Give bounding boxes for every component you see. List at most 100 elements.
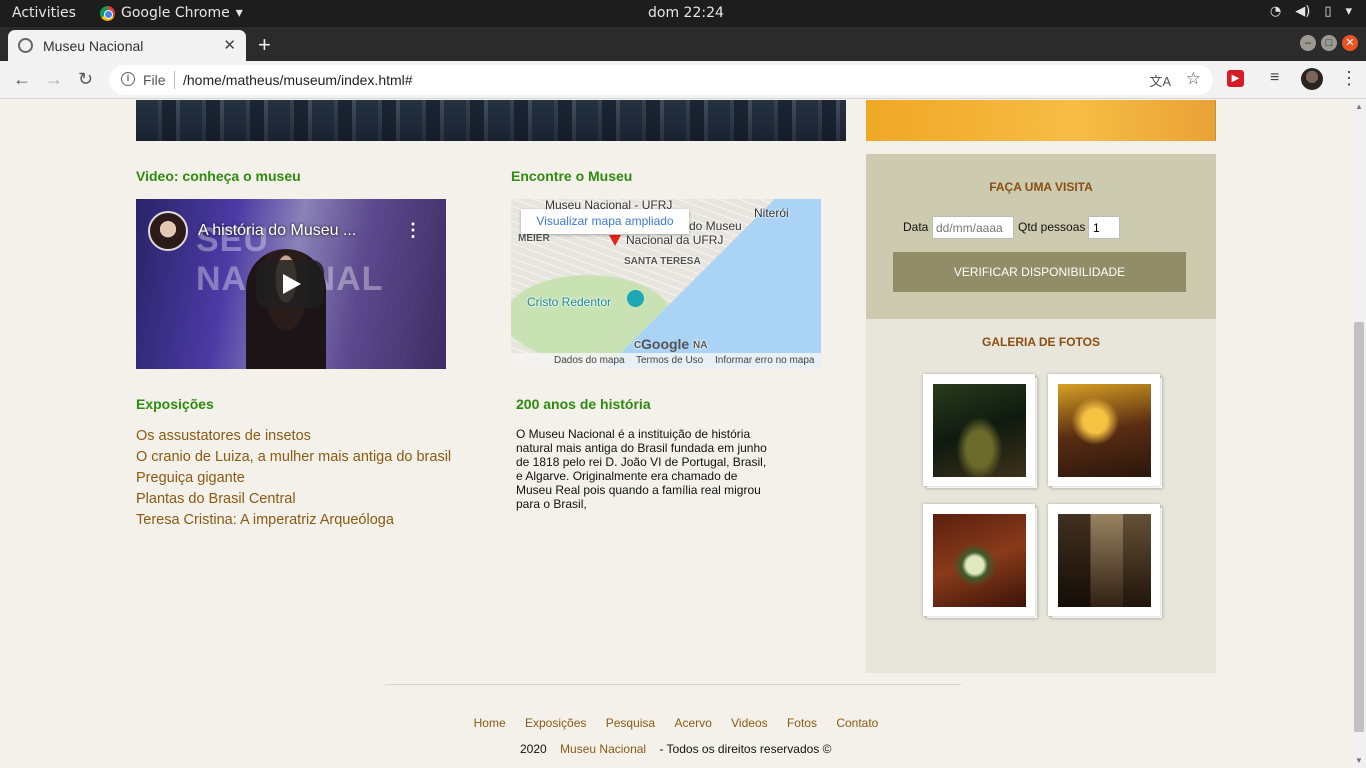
date-field[interactable]	[932, 216, 1014, 239]
chevron-down-icon: ▾	[1345, 4, 1352, 19]
map-water	[741, 219, 821, 369]
photo-image	[933, 384, 1026, 477]
footer-link-fotos[interactable]: Fotos	[787, 716, 817, 730]
play-button[interactable]	[256, 260, 324, 308]
footer-divider	[385, 684, 961, 685]
video-section-title: Video: conheça o museu	[136, 168, 301, 184]
camera-poi-icon[interactable]	[627, 290, 644, 307]
footer-link-exposicoes[interactable]: Exposições	[525, 716, 586, 730]
gallery-photo[interactable]	[1048, 504, 1160, 616]
forward-button[interactable]: →	[45, 69, 63, 90]
gallery-photo[interactable]	[1048, 374, 1160, 486]
url-text[interactable]: /home/matheus/museum/index.html#	[183, 72, 413, 88]
photo-image	[933, 514, 1026, 607]
close-window-button[interactable]: ✕	[1342, 35, 1358, 51]
hero-side-image	[866, 100, 1216, 141]
quantity-field[interactable]	[1088, 216, 1120, 239]
map-data-link[interactable]: Dados do mapa	[554, 355, 625, 366]
avatar[interactable]	[1301, 68, 1323, 90]
chevron-down-icon: ▾	[235, 5, 243, 21]
visit-title: FAÇA UMA VISITA	[989, 180, 1093, 194]
vertical-scrollbar[interactable]: ▲ ▼	[1352, 100, 1366, 768]
footer-link-videos[interactable]: Videos	[731, 716, 767, 730]
bookmark-star-icon[interactable]: ☆	[1186, 69, 1201, 89]
verify-availability-button[interactable]: VERIFICAR DISPONIBILIDADE	[893, 252, 1186, 292]
terms-link[interactable]: Termos de Uso	[636, 355, 703, 366]
page-viewport: Video: conheça o museu SEU NACIONAL A hi…	[0, 100, 1352, 768]
gallery-photo[interactable]	[923, 374, 1035, 486]
map-label: SANTA TERESA	[624, 256, 701, 267]
activities-button[interactable]: Activities	[12, 5, 76, 21]
scroll-up-icon[interactable]: ▲	[1355, 102, 1363, 111]
gallery-title: GALERIA DE FOTOS	[981, 335, 1100, 349]
reload-button[interactable]: ↻	[78, 69, 93, 90]
more-options-icon[interactable]: ⋮	[404, 220, 422, 241]
system-tray[interactable]: ◔ ◀) ▯ ▾	[1270, 4, 1352, 19]
exposition-link[interactable]: Plantas do Brasil Central	[136, 489, 451, 510]
embedded-map[interactable]: Museu Nacional - UFRJ do Museu Nacional …	[511, 199, 821, 369]
exposition-link[interactable]: Preguiça gigante	[136, 468, 451, 489]
gallery-panel: GALERIA DE FOTOS	[866, 319, 1216, 673]
close-icon[interactable]: ✕	[223, 36, 236, 54]
back-button[interactable]: ←	[13, 69, 31, 90]
brand-link[interactable]: Museu Nacional	[560, 742, 646, 756]
copyright: 2020 Museu Nacional - Todos os direitos …	[520, 742, 831, 756]
clock[interactable]: dom 22:24	[648, 5, 724, 21]
photo-image	[1058, 514, 1151, 607]
map-footer: Dados do mapa Termos de Uso Informar err…	[511, 353, 821, 369]
scroll-down-icon[interactable]: ▼	[1355, 756, 1363, 765]
qty-label: Qtd pessoas	[1018, 220, 1086, 234]
exposition-list: Os assustatores de insetos O cranio de L…	[136, 426, 451, 531]
map-pin-icon[interactable]	[609, 235, 621, 246]
info-icon[interactable]: i	[121, 72, 135, 86]
map-label: Niterói	[754, 206, 789, 220]
video-title[interactable]: A história do Museu ...	[198, 222, 356, 240]
view-larger-map-link[interactable]: Visualizar mapa ampliado	[521, 209, 689, 234]
extension-icon[interactable]: ▶	[1227, 70, 1244, 87]
report-error-link[interactable]: Informar erro no mapa	[715, 355, 815, 366]
chrome-icon	[100, 5, 115, 21]
system-top-bar: Activities Google Chrome ▾ dom 22:24 ◔ ◀…	[0, 0, 1366, 27]
app-name: Google Chrome	[121, 5, 230, 21]
map-label: NA	[693, 340, 708, 351]
scheme-label: File	[143, 72, 166, 88]
scrollbar-thumb[interactable]	[1354, 322, 1364, 732]
wifi-icon: ◔	[1269, 4, 1282, 19]
hero-image	[136, 100, 846, 141]
new-tab-button[interactable]: +	[258, 32, 271, 58]
maximize-button[interactable]: □	[1321, 35, 1337, 51]
exposition-link[interactable]: Teresa Cristina: A imperatriz Arqueóloga	[136, 510, 451, 531]
google-logo: Google	[641, 336, 690, 352]
tab-museu-nacional[interactable]: Museu Nacional ✕	[8, 30, 246, 61]
expo-section-title: Exposições	[136, 396, 214, 412]
divider	[174, 71, 175, 89]
map-label: do Museu	[689, 219, 742, 233]
map-label: MEIER	[518, 233, 550, 244]
video-player[interactable]: SEU NACIONAL A história do Museu ... ⋮	[136, 199, 446, 369]
tab-strip: Museu Nacional ✕	[0, 27, 1366, 61]
globe-icon	[18, 38, 33, 53]
photo-image	[1058, 384, 1151, 477]
media-queue-icon[interactable]: ≡	[1270, 69, 1279, 87]
more-menu-icon[interactable]: ⋮	[1340, 68, 1358, 89]
channel-avatar[interactable]	[148, 211, 188, 251]
footer-link-contato[interactable]: Contato	[836, 716, 878, 730]
gallery-photo[interactable]	[923, 504, 1035, 616]
exposition-link[interactable]: O cranio de Luiza, a mulher mais antiga …	[136, 447, 451, 468]
map-label: Cristo Redentor	[527, 295, 612, 309]
visit-panel: FAÇA UMA VISITA Data Qtd pessoas VERIFIC…	[866, 154, 1216, 319]
tab-title: Museu Nacional	[43, 37, 144, 54]
address-bar[interactable]: i File /home/matheus/museum/index.html# …	[109, 65, 1213, 95]
toolbar: ← → ↻ i File /home/matheus/museum/index.…	[0, 61, 1366, 99]
footer-link-pesquisa[interactable]: Pesquisa	[606, 716, 655, 730]
minimize-button[interactable]: –	[1300, 35, 1316, 51]
battery-icon: ▯	[1324, 4, 1332, 19]
exposition-link[interactable]: Os assustatores de insetos	[136, 426, 451, 447]
copyright-year: 2020	[520, 742, 547, 756]
footer-link-home[interactable]: Home	[474, 716, 506, 730]
volume-icon: ◀)	[1295, 4, 1311, 19]
translate-icon[interactable]: 文A	[1149, 71, 1171, 90]
app-menu[interactable]: Google Chrome ▾	[100, 5, 243, 21]
footer-nav: Home Exposições Pesquisa Acervo Videos F…	[0, 716, 1352, 730]
footer-link-acervo[interactable]: Acervo	[674, 716, 711, 730]
